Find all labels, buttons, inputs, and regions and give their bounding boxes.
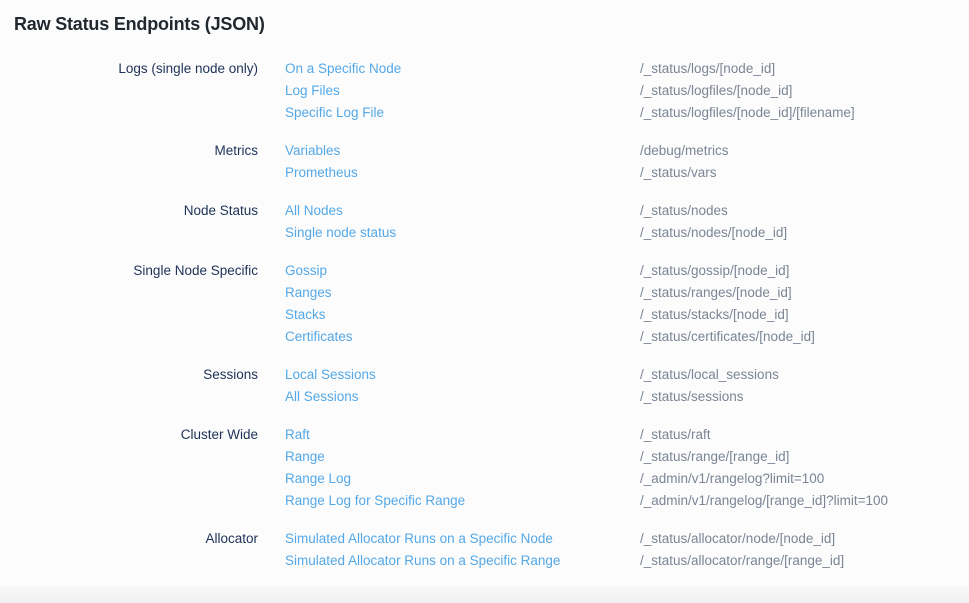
endpoint-link[interactable]: Certificates xyxy=(285,326,640,348)
endpoint-group: Cluster Wide Raft /_status/raft Range /_… xyxy=(0,424,969,512)
endpoint-row: Range /_status/range/[range_id] xyxy=(285,446,969,468)
endpoint-path: /_status/local_sessions xyxy=(640,364,779,386)
endpoint-path: /_status/gossip/[node_id] xyxy=(640,260,789,282)
endpoint-row: Range Log for Specific Range /_admin/v1/… xyxy=(285,490,969,512)
category-label: Single Node Specific xyxy=(0,260,258,282)
endpoint-row: Simulated Allocator Runs on a Specific R… xyxy=(285,550,969,572)
endpoint-path: /_admin/v1/rangelog?limit=100 xyxy=(640,468,824,490)
endpoint-path: /_status/stacks/[node_id] xyxy=(640,304,789,326)
endpoint-row: Single node status /_status/nodes/[node_… xyxy=(285,222,969,244)
endpoint-link[interactable]: Simulated Allocator Runs on a Specific N… xyxy=(285,528,640,550)
endpoint-row: All Nodes /_status/nodes xyxy=(285,200,969,222)
endpoint-link[interactable]: On a Specific Node xyxy=(285,58,640,80)
endpoint-group: Single Node Specific Gossip /_status/gos… xyxy=(0,260,969,348)
endpoint-link[interactable]: Gossip xyxy=(285,260,640,282)
endpoint-row: Log Files /_status/logfiles/[node_id] xyxy=(285,80,969,102)
endpoint-rows: Raft /_status/raft Range /_status/range/… xyxy=(285,424,969,512)
endpoint-group: Metrics Variables /debug/metrics Prometh… xyxy=(0,140,969,184)
category-label: Logs (single node only) xyxy=(0,58,258,80)
endpoint-row: On a Specific Node /_status/logs/[node_i… xyxy=(285,58,969,80)
endpoint-link[interactable]: Ranges xyxy=(285,282,640,304)
endpoint-row: Specific Log File /_status/logfiles/[nod… xyxy=(285,102,969,124)
endpoint-rows: Gossip /_status/gossip/[node_id] Ranges … xyxy=(285,260,969,348)
endpoint-path: /debug/metrics xyxy=(640,140,729,162)
endpoint-path: /_status/range/[range_id] xyxy=(640,446,789,468)
endpoint-path: /_status/logfiles/[node_id]/[filename] xyxy=(640,102,855,124)
endpoint-path: /_status/nodes/[node_id] xyxy=(640,222,787,244)
endpoint-groups: Logs (single node only) On a Specific No… xyxy=(0,58,969,572)
endpoint-link[interactable]: Stacks xyxy=(285,304,640,326)
category-label: Metrics xyxy=(0,140,258,162)
endpoint-rows: On a Specific Node /_status/logs/[node_i… xyxy=(285,58,969,124)
endpoint-row: Raft /_status/raft xyxy=(285,424,969,446)
endpoint-row: Ranges /_status/ranges/[node_id] xyxy=(285,282,969,304)
endpoint-path: /_status/logfiles/[node_id] xyxy=(640,80,792,102)
endpoint-row: Prometheus /_status/vars xyxy=(285,162,969,184)
category-label: Sessions xyxy=(0,364,258,386)
endpoint-path: /_status/nodes xyxy=(640,200,728,222)
footer-band xyxy=(0,586,969,603)
page-title: Raw Status Endpoints (JSON) xyxy=(0,0,969,35)
endpoint-link[interactable]: Variables xyxy=(285,140,640,162)
endpoint-path: /_status/allocator/range/[range_id] xyxy=(640,550,844,572)
endpoint-path: /_admin/v1/rangelog/[range_id]?limit=100 xyxy=(640,490,888,512)
endpoint-link[interactable]: Log Files xyxy=(285,80,640,102)
endpoint-link[interactable]: Single node status xyxy=(285,222,640,244)
endpoint-row: Simulated Allocator Runs on a Specific N… xyxy=(285,528,969,550)
endpoint-path: /_status/sessions xyxy=(640,386,744,408)
endpoint-row: Stacks /_status/stacks/[node_id] xyxy=(285,304,969,326)
endpoint-path: /_status/allocator/node/[node_id] xyxy=(640,528,835,550)
endpoint-link[interactable]: Raft xyxy=(285,424,640,446)
endpoint-group: Allocator Simulated Allocator Runs on a … xyxy=(0,528,969,572)
endpoint-rows: All Nodes /_status/nodes Single node sta… xyxy=(285,200,969,244)
endpoint-link[interactable]: Specific Log File xyxy=(285,102,640,124)
endpoint-link[interactable]: Range xyxy=(285,446,640,468)
endpoint-link[interactable]: Simulated Allocator Runs on a Specific R… xyxy=(285,550,640,572)
endpoint-group: Sessions Local Sessions /_status/local_s… xyxy=(0,364,969,408)
category-label: Allocator xyxy=(0,528,258,550)
category-label: Cluster Wide xyxy=(0,424,258,446)
endpoint-path: /_status/ranges/[node_id] xyxy=(640,282,792,304)
endpoint-rows: Variables /debug/metrics Prometheus /_st… xyxy=(285,140,969,184)
endpoint-path: /_status/logs/[node_id] xyxy=(640,58,775,80)
endpoint-link[interactable]: Range Log for Specific Range xyxy=(285,490,640,512)
endpoint-path: /_status/vars xyxy=(640,162,717,184)
endpoint-group: Node Status All Nodes /_status/nodes Sin… xyxy=(0,200,969,244)
endpoint-link[interactable]: All Nodes xyxy=(285,200,640,222)
endpoint-link[interactable]: Prometheus xyxy=(285,162,640,184)
endpoint-rows: Simulated Allocator Runs on a Specific N… xyxy=(285,528,969,572)
endpoint-row: Variables /debug/metrics xyxy=(285,140,969,162)
endpoint-row: Local Sessions /_status/local_sessions xyxy=(285,364,969,386)
endpoint-row: Gossip /_status/gossip/[node_id] xyxy=(285,260,969,282)
endpoint-path: /_status/certificates/[node_id] xyxy=(640,326,815,348)
endpoint-path: /_status/raft xyxy=(640,424,711,446)
endpoint-link[interactable]: Local Sessions xyxy=(285,364,640,386)
endpoint-link[interactable]: All Sessions xyxy=(285,386,640,408)
endpoint-row: Range Log /_admin/v1/rangelog?limit=100 xyxy=(285,468,969,490)
raw-status-endpoints-page: Raw Status Endpoints (JSON) Logs (single… xyxy=(0,0,969,572)
endpoint-group: Logs (single node only) On a Specific No… xyxy=(0,58,969,124)
endpoint-link[interactable]: Range Log xyxy=(285,468,640,490)
endpoint-rows: Local Sessions /_status/local_sessions A… xyxy=(285,364,969,408)
category-label: Node Status xyxy=(0,200,258,222)
endpoint-row: Certificates /_status/certificates/[node… xyxy=(285,326,969,348)
endpoint-row: All Sessions /_status/sessions xyxy=(285,386,969,408)
